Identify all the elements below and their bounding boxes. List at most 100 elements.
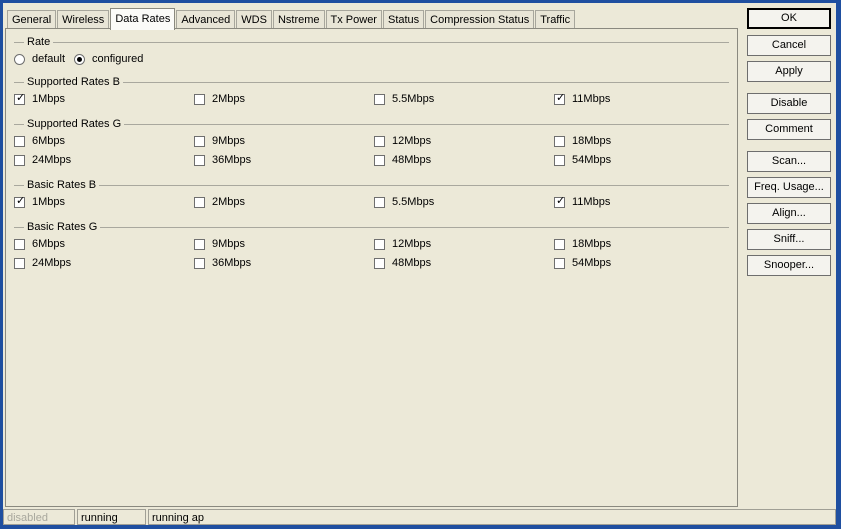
ok-button[interactable]: OK [747,8,831,29]
basic-g-12mbps-checkbox[interactable]: 12Mbps [374,236,431,252]
checkbox-label: 1Mbps [32,196,66,208]
supported-g-18mbps-checkbox[interactable]: 18Mbps [554,133,611,149]
checkbox-box[interactable] [374,238,385,250]
checkbox-box[interactable] [554,154,565,166]
basic-g-18mbps-checkbox[interactable]: 18Mbps [554,236,611,252]
checkbox-box[interactable] [374,93,385,105]
checkbox-box[interactable] [554,135,565,147]
basic-g-24mbps-checkbox[interactable]: 24Mbps [14,255,71,271]
checkbox-box[interactable] [14,238,25,250]
tab-wds[interactable]: WDS [236,10,272,29]
tab-compression-status[interactable]: Compression Status [425,10,535,29]
radio-button[interactable] [74,53,85,65]
freq-usage-button[interactable]: Freq. Usage... [747,177,831,198]
checkbox-box[interactable] [194,154,205,166]
checkbox-box[interactable]: ✓ [14,193,26,208]
checkbox-box[interactable] [194,135,205,147]
supported-g-54mbps-checkbox[interactable]: 54Mbps [554,152,611,168]
checkbox-box[interactable] [194,93,205,105]
checkbox-box[interactable] [554,257,565,269]
tab-traffic[interactable]: Traffic [535,10,576,29]
section-title: Supported Rates G [24,117,125,131]
comment-button[interactable]: Comment [747,119,831,140]
status-state: disabled [3,509,75,525]
supported-b-2mbps-checkbox[interactable]: 2Mbps [194,91,245,107]
basic-g-36mbps-checkbox[interactable]: 36Mbps [194,255,251,271]
section-title: Basic Rates B [24,178,100,192]
sniff-button[interactable]: Sniff... [747,229,831,250]
basic-g-6mbps-checkbox[interactable]: 6Mbps [14,236,65,252]
checkmark-icon: ✓ [556,90,566,104]
data-rates-panel: Rate default configured Supported Rates … [5,28,738,507]
tab-status[interactable]: Status [382,10,425,29]
checkbox-box[interactable] [14,154,25,166]
tab-nstreme[interactable]: Nstreme [272,10,325,29]
cancel-button[interactable]: Cancel [747,35,831,56]
checkmark-icon: ✓ [16,193,26,207]
basic-b-5-5mbps-checkbox[interactable]: 5.5Mbps [374,194,434,210]
tab-advanced[interactable]: Advanced [176,10,236,29]
checkmark-icon: ✓ [556,193,566,207]
section-divider [14,42,729,43]
checkbox-label: 5.5Mbps [392,93,435,105]
checkbox-box[interactable] [194,238,205,250]
supported-rates-b-section: Supported Rates B ✓ 1Mbps 2Mbps 5.5Mbps … [14,75,729,108]
apply-button[interactable]: Apply [747,61,831,82]
checkbox-box[interactable] [374,257,385,269]
checkbox-box[interactable]: ✓ [14,91,25,105]
checkbox-box[interactable] [374,154,385,166]
align-button[interactable]: Align... [747,203,831,224]
tab-tx-power[interactable]: Tx Power [325,10,382,29]
checkbox-label: 9Mbps [212,135,246,147]
checkbox-box[interactable] [14,135,25,147]
wireless-interface-window: General Wireless Data Rates Advanced WDS… [3,3,836,525]
checkbox-box[interactable]: ✓ [554,90,566,105]
basic-b-2mbps-checkbox[interactable]: 2Mbps [194,194,245,210]
supported-b-11mbps-checkbox[interactable]: ✓ 11Mbps [554,91,610,107]
supported-b-1mbps-checkbox[interactable]: ✓ 1Mbps [14,91,65,107]
checkbox-box[interactable] [374,196,385,208]
checkbox-label: 36Mbps [212,257,252,269]
basic-g-54mbps-checkbox[interactable]: 54Mbps [554,255,611,271]
basic-b-1mbps-checkbox[interactable]: ✓ 1Mbps [14,194,65,210]
scan-button[interactable]: Scan... [747,151,831,172]
disable-button[interactable]: Disable [747,93,831,114]
supported-g-6mbps-checkbox[interactable]: 6Mbps [14,133,65,149]
checkbox-box[interactable]: ✓ [554,193,566,208]
snooper-button[interactable]: Snooper... [747,255,831,276]
rate-section: Rate default configured [14,35,729,68]
supported-g-12mbps-checkbox[interactable]: 12Mbps [374,133,431,149]
status-bar: disabled running running ap [3,507,836,525]
supported-b-5-5mbps-checkbox[interactable]: 5.5Mbps [374,91,434,107]
rate-configured-radio[interactable]: configured [74,51,143,67]
supported-g-24mbps-checkbox[interactable]: 24Mbps [14,152,71,168]
tab-data-rates[interactable]: Data Rates [110,8,176,30]
tab-general[interactable]: General [7,10,57,29]
checkbox-label: 24Mbps [32,154,72,166]
rate-default-radio[interactable]: default [14,51,65,67]
tab-wireless[interactable]: Wireless [57,10,110,29]
checkbox-box[interactable] [374,135,385,147]
supported-rates-g-section: Supported Rates G 6Mbps 9Mbps 12Mbps 18M… [14,117,729,169]
supported-g-9mbps-checkbox[interactable]: 9Mbps [194,133,245,149]
checkbox-box[interactable] [554,238,565,250]
checkbox-label: 48Mbps [392,154,432,166]
checkbox-box[interactable] [194,196,205,208]
checkbox-label: 54Mbps [572,257,612,269]
radio-button[interactable] [14,53,25,65]
supported-g-36mbps-checkbox[interactable]: 36Mbps [194,152,251,168]
section-title: Supported Rates B [24,75,123,89]
supported-g-48mbps-checkbox[interactable]: 48Mbps [374,152,431,168]
checkbox-box[interactable] [14,257,25,269]
radio-label: configured [92,53,144,65]
radio-label: default [32,53,66,65]
checkbox-label: 1Mbps [32,93,66,105]
basic-g-48mbps-checkbox[interactable]: 48Mbps [374,255,431,271]
basic-b-11mbps-checkbox[interactable]: ✓ 11Mbps [554,194,610,210]
section-title: Basic Rates G [24,220,101,234]
checkbox-box[interactable] [194,257,205,269]
checkbox-label: 11Mbps [572,93,611,105]
status-mode: running ap [148,509,836,525]
basic-g-9mbps-checkbox[interactable]: 9Mbps [194,236,245,252]
checkbox-label: 18Mbps [572,135,612,147]
